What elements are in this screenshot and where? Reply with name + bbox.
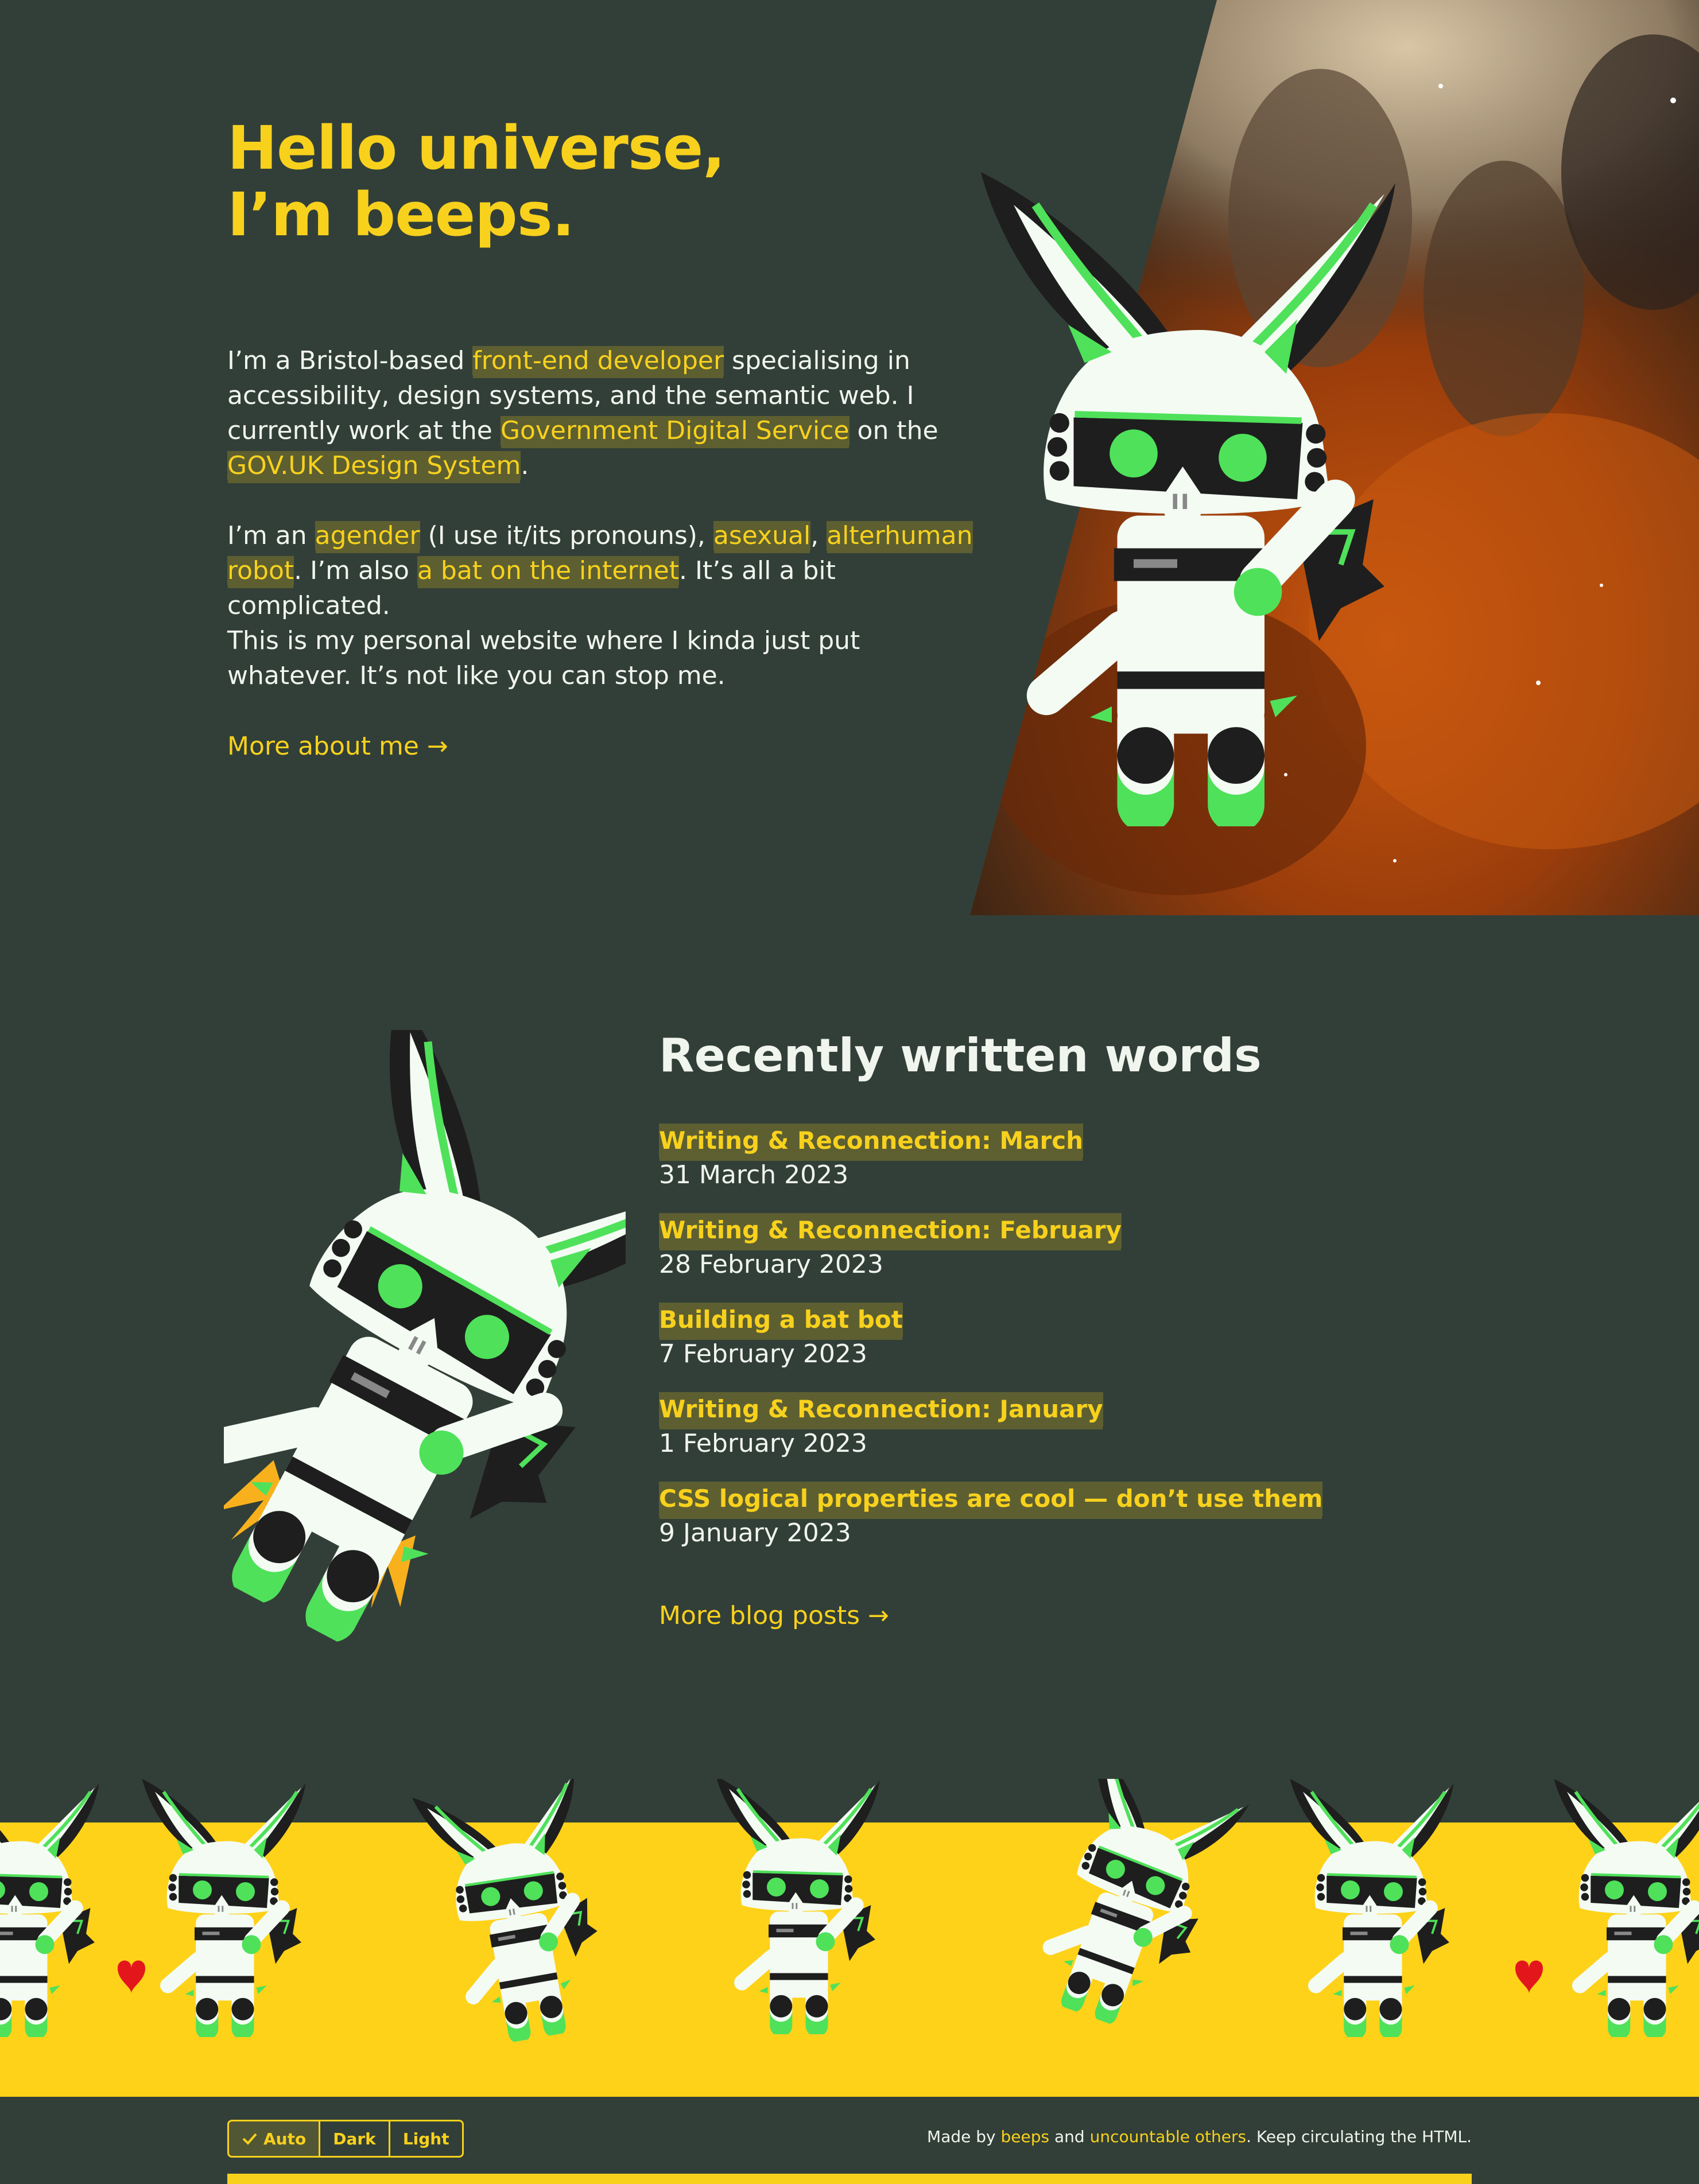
robot-bat-mascot-icon — [970, 146, 1406, 852]
intro-text: on the — [849, 416, 938, 445]
page-title-line-2: I’m beeps. — [227, 180, 575, 250]
footer-credits: Made by beeps and uncountable others. Ke… — [927, 2124, 1472, 2150]
flying-robot-bat-icon — [224, 1030, 626, 1664]
post-date: 7 February 2023 — [659, 1339, 867, 1369]
post-link[interactable]: Writing & Reconnection: March — [659, 1124, 1084, 1158]
check-icon — [242, 2133, 257, 2145]
more-blog-posts-link[interactable]: More blog posts → — [659, 1599, 889, 1633]
theme-option-label: Light — [402, 2129, 449, 2148]
others-link[interactable]: uncountable others — [1090, 2127, 1247, 2146]
intro-paragraph-2: I’m an agender (I use it/its pronouns), … — [227, 518, 973, 623]
credits-text: . Keep circulating the HTML. — [1246, 2127, 1472, 2146]
post-date: 1 February 2023 — [659, 1429, 867, 1458]
asexual-link[interactable]: asexual — [713, 521, 811, 550]
gds-link[interactable]: Government Digital Service — [500, 416, 850, 445]
list-item: Writing & Reconnection: February 28 Febr… — [659, 1213, 1322, 1303]
intro-text: , — [810, 521, 827, 550]
post-date: 28 February 2023 — [659, 1250, 883, 1279]
intro-text: (I use it/its pronouns), — [420, 521, 713, 550]
post-link[interactable]: Writing & Reconnection: January — [659, 1392, 1103, 1427]
post-link[interactable]: CSS logical properties are cool — don’t … — [659, 1482, 1323, 1516]
list-item: Writing & Reconnection: March 31 March 2… — [659, 1124, 1322, 1213]
front-end-developer-link[interactable]: front-end developer — [472, 346, 724, 375]
page-title: Hello universe, I’m beeps. — [227, 113, 726, 250]
intro-paragraph-3: This is my personal website where I kind… — [227, 626, 860, 690]
intro-text: . — [521, 451, 529, 480]
theme-option-label: Auto — [263, 2129, 307, 2148]
post-link[interactable]: Building a bat bot — [659, 1303, 903, 1337]
recent-posts-heading: Recently written words — [659, 1029, 1262, 1082]
theme-option-light[interactable]: Light — [390, 2121, 462, 2156]
hero-section: Hello universe, I’m beeps. I’m a Bristol… — [0, 0, 1699, 915]
theme-switcher: Auto Dark Light — [227, 2120, 464, 2158]
theme-option-dark[interactable]: Dark — [320, 2121, 390, 2156]
list-item: Writing & Reconnection: January 1 Februa… — [659, 1392, 1322, 1482]
intro-text: . I’m also — [294, 556, 417, 585]
list-item: CSS logical properties are cool — don’t … — [659, 1482, 1323, 1571]
bat-link[interactable]: a bat on the internet — [417, 556, 679, 585]
theme-option-auto[interactable]: Auto — [229, 2121, 321, 2156]
intro-text: I’m an — [227, 521, 315, 550]
recent-posts-list: Writing & Reconnection: March 31 March 2… — [659, 1124, 1323, 1571]
post-date: 31 March 2023 — [659, 1160, 849, 1190]
agender-link[interactable]: agender — [315, 521, 420, 550]
credits-text: and — [1049, 2127, 1090, 2146]
mascot-band-illustration — [0, 1779, 1699, 2097]
site-footer: Auto Dark Light Made by beeps and uncoun… — [0, 2097, 1699, 2184]
beeps-link[interactable]: beeps — [1001, 2127, 1050, 2146]
post-date: 9 January 2023 — [659, 1518, 851, 1548]
intro-paragraph-1: I’m a Bristol-based front-end developer … — [227, 343, 973, 483]
credits-text: Made by — [927, 2127, 1001, 2146]
post-link[interactable]: Writing & Reconnection: February — [659, 1213, 1122, 1248]
footer-accent-bar — [227, 2174, 1472, 2184]
design-system-link[interactable]: GOV.UK Design System — [227, 451, 521, 480]
list-item: Building a bat bot 7 February 2023 — [659, 1303, 1322, 1392]
more-about-me-link[interactable]: More about me → — [227, 729, 448, 764]
theme-option-label: Dark — [333, 2129, 376, 2148]
page-title-line-1: Hello universe, — [227, 113, 726, 183]
intro-text: I’m a Bristol-based — [227, 346, 473, 375]
